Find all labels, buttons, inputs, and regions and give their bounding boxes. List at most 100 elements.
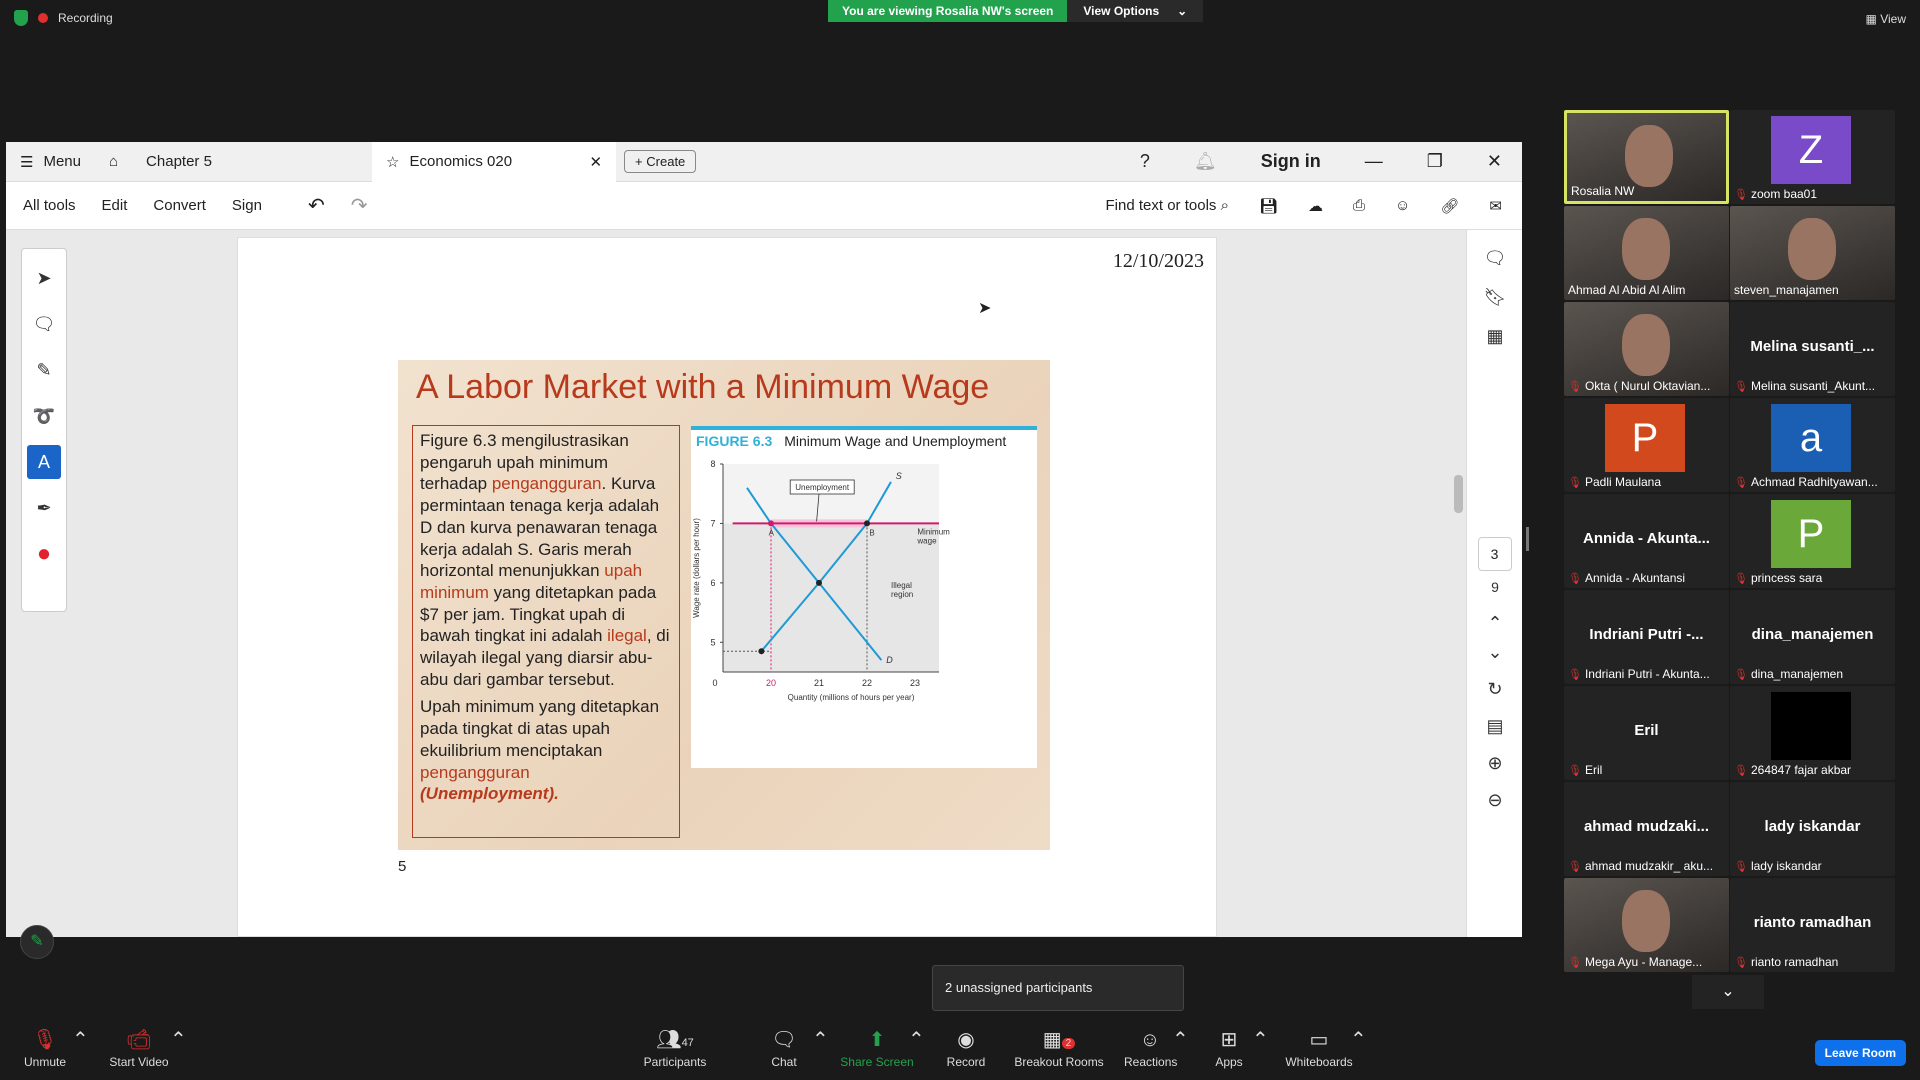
gallery-chevron-down-icon[interactable]: ⌄: [1692, 975, 1764, 1009]
bookmark-icon[interactable]: 🔖︎: [1467, 287, 1523, 308]
leave-room-button[interactable]: Leave Room: [1814, 1040, 1906, 1066]
video-off-icon: 📹︎: [126, 1029, 152, 1051]
close-tab-icon[interactable]: ✕: [589, 153, 602, 171]
reactions-button[interactable]: ☺ Reactions: [1124, 1025, 1177, 1069]
lasso-draw-icon[interactable]: ➰: [27, 399, 61, 433]
reactions-caret[interactable]: ⌃: [1172, 1025, 1189, 1055]
signature-pen-icon[interactable]: ✒: [27, 491, 61, 525]
chevron-down-icon: ⌄: [1177, 4, 1188, 18]
highlight-text: ilegal: [607, 626, 647, 646]
breakout-rooms-button[interactable]: ▦ 2 Breakout Rooms: [1014, 1025, 1104, 1069]
tab-economics-020[interactable]: ☆ Economics 020 ✕: [372, 141, 617, 182]
participant-tile[interactable]: Annida - Akunta... 🎙︎ Annida - Akuntansi: [1564, 494, 1729, 588]
whiteboards-button[interactable]: ▭ Whiteboards: [1284, 1025, 1354, 1069]
redo-icon[interactable]: ↷: [351, 193, 368, 218]
apps-caret[interactable]: ⌃: [1252, 1025, 1269, 1055]
sign-in-button[interactable]: Sign in: [1261, 151, 1321, 172]
participant-tile[interactable]: P 🎙︎ princess sara: [1730, 494, 1895, 588]
minimize-icon[interactable]: —: [1365, 151, 1383, 172]
comment-icon[interactable]: 🗨︎: [1467, 248, 1523, 269]
annotate-pen-icon[interactable]: ✎: [20, 925, 54, 959]
print-icon[interactable]: ⎙: [1353, 197, 1365, 214]
bell-icon[interactable]: 🔔︎: [1194, 151, 1217, 172]
share-screen-button[interactable]: ⬆ Share Screen: [840, 1025, 914, 1069]
participant-name: 🎙︎ 264847 fajar akbar: [1734, 763, 1851, 777]
audio-options-caret[interactable]: ⌃: [72, 1025, 89, 1055]
help-icon[interactable]: ?: [1140, 151, 1150, 172]
video-options-caret[interactable]: ⌃: [170, 1025, 187, 1055]
zoom-in-icon[interactable]: ⊕: [1467, 753, 1523, 774]
participant-tile[interactable]: Rosalia NW: [1564, 110, 1729, 204]
participant-tile[interactable]: Eril 🎙︎ Eril: [1564, 686, 1729, 780]
participant-tile[interactable]: Melina susanti_... 🎙︎ Melina susanti_Akunt…: [1730, 302, 1895, 396]
share-user-icon[interactable]: ☺: [1395, 197, 1410, 214]
save-icon[interactable]: 💾︎: [1259, 197, 1278, 215]
fit-page-icon[interactable]: ▤: [1467, 716, 1523, 737]
participants-button[interactable]: 👥︎47 Participants: [640, 1025, 710, 1069]
view-options-button[interactable]: View Options ⌄: [1067, 0, 1204, 22]
illegal-region-label: region: [891, 590, 913, 599]
zoom-out-icon[interactable]: ⊖: [1467, 790, 1523, 811]
whiteboards-caret[interactable]: ⌃: [1350, 1025, 1367, 1055]
security-shield-icon[interactable]: [14, 10, 28, 26]
participant-tile[interactable]: lady iskandar 🎙︎ lady iskandar: [1730, 782, 1895, 876]
highlight-pen-icon[interactable]: ✎: [27, 353, 61, 387]
participant-tile[interactable]: 🎙︎ 264847 fajar akbar: [1730, 686, 1895, 780]
mail-icon[interactable]: ✉: [1489, 197, 1502, 215]
star-icon[interactable]: ☆: [386, 153, 399, 171]
page-number-input[interactable]: 3: [1477, 537, 1512, 571]
chat-button[interactable]: 🗨︎ Chat: [766, 1025, 802, 1069]
participant-tile[interactable]: P 🎙︎ Padli Maulana: [1564, 398, 1729, 492]
participant-tile[interactable]: a 🎙︎ Achmad Radhityawan...: [1730, 398, 1895, 492]
chevron-down-icon[interactable]: ⌄: [1467, 642, 1523, 663]
add-comment-icon[interactable]: 🗨︎: [27, 307, 61, 341]
participant-tile[interactable]: 🎙︎ Okta ( Nurul Oktavian...: [1564, 302, 1729, 396]
create-button[interactable]: + Create: [624, 150, 697, 173]
recording-indicator[interactable]: Recording: [14, 10, 113, 26]
refresh-icon[interactable]: ↻: [1467, 679, 1523, 700]
participant-tile[interactable]: steven_manajamen: [1730, 206, 1895, 300]
restore-icon[interactable]: ❐: [1427, 151, 1443, 172]
menu-button[interactable]: ☰ Menu: [6, 142, 95, 182]
find-tools-button[interactable]: Find text or tools ⌕: [1106, 197, 1229, 214]
chevron-up-icon[interactable]: ⌃: [1467, 613, 1523, 634]
undo-icon[interactable]: ↶: [308, 193, 325, 218]
participant-tile[interactable]: dina_manajemen 🎙︎ dina_manajemen: [1730, 590, 1895, 684]
select-cursor-icon[interactable]: ➤: [27, 261, 61, 295]
participant-tile[interactable]: 🎙︎ Mega Ayu - Manage...: [1564, 878, 1729, 972]
sign-button[interactable]: Sign: [232, 197, 262, 214]
all-tools-button[interactable]: All tools: [23, 197, 76, 214]
participant-tile[interactable]: Ahmad Al Abid Al Alim: [1564, 206, 1729, 300]
color-picker-icon[interactable]: ●: [27, 537, 61, 571]
record-button[interactable]: ◉ Record: [944, 1025, 988, 1069]
upload-cloud-icon[interactable]: ☁: [1308, 197, 1323, 215]
tab-chapter-5[interactable]: Chapter 5: [132, 142, 372, 182]
mic-muted-icon: 🎙︎: [1568, 860, 1582, 873]
chat-options-caret[interactable]: ⌃: [812, 1025, 829, 1055]
convert-button[interactable]: Convert: [153, 197, 206, 214]
slide-image: A Labor Market with a Minimum Wage Figur…: [398, 360, 1050, 850]
text-box-icon[interactable]: A: [27, 445, 61, 479]
edit-button[interactable]: Edit: [102, 197, 128, 214]
page-date: 12/10/2023: [1112, 250, 1204, 272]
close-window-icon[interactable]: ✕: [1487, 151, 1502, 172]
point-marker: [864, 520, 870, 527]
min-wage-label: Minimum: [917, 527, 950, 536]
figure-title: Minimum Wage and Unemployment: [784, 433, 1007, 449]
participant-tile[interactable]: Z 🎙︎ zoom baa01: [1730, 110, 1895, 204]
apps-button[interactable]: ⊞ Apps: [1214, 1025, 1244, 1069]
mic-muted-icon: 🎙︎: [1734, 764, 1748, 777]
thumbnails-icon[interactable]: ▦: [1467, 326, 1523, 347]
start-video-button[interactable]: 📹︎ Start Video: [104, 1025, 174, 1069]
participant-tile[interactable]: rianto ramadhan 🎙︎ rianto ramadhan: [1730, 878, 1895, 972]
share-options-caret[interactable]: ⌃: [908, 1025, 925, 1055]
share-screen-label: Share Screen: [840, 1055, 914, 1069]
unmute-button[interactable]: 🎙︎ Unmute: [20, 1025, 70, 1069]
participant-tile[interactable]: Indriani Putri -... 🎙︎ Indriani Putri - Ak…: [1564, 590, 1729, 684]
link-icon[interactable]: 🔗︎: [1440, 197, 1459, 215]
view-button[interactable]: ▦ View: [1866, 12, 1906, 26]
participant-tile[interactable]: ahmad mudzaki... 🎙︎ ahmad mudzakir_ aku...: [1564, 782, 1729, 876]
vertical-scrollbar[interactable]: [1454, 475, 1463, 513]
panel-resize-handle[interactable]: [1526, 527, 1529, 551]
home-button[interactable]: ⌂: [95, 142, 132, 182]
